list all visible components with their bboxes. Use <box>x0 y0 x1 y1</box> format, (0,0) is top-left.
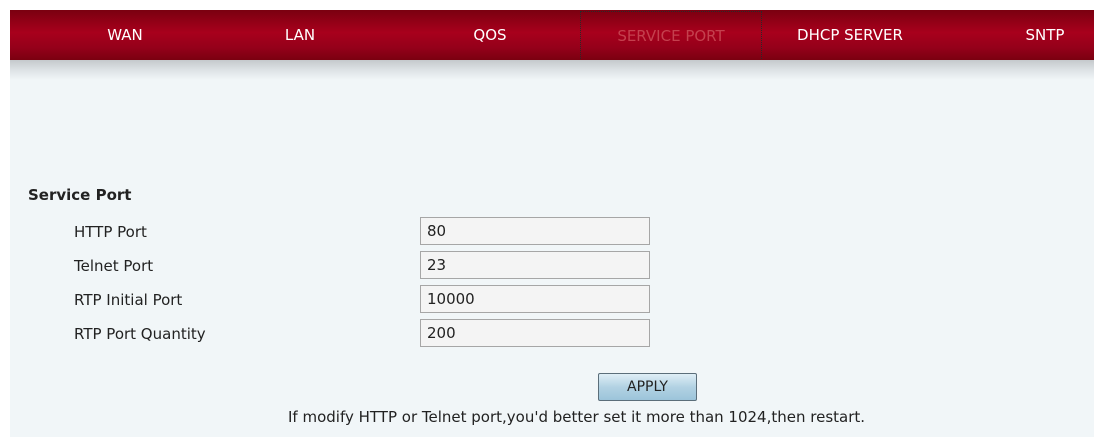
top-nav-bar: WAN LAN QOS SERVICE PORT DHCP SERVER SNT… <box>10 10 1095 65</box>
tab-service-port[interactable]: SERVICE PORT <box>580 11 762 65</box>
tab-wan[interactable]: WAN <box>65 10 185 60</box>
apply-button[interactable]: APPLY <box>598 373 697 401</box>
section-title: Service Port <box>28 186 132 204</box>
restart-note: If modify HTTP or Telnet port,you'd bett… <box>288 408 866 426</box>
telnet-port-label: Telnet Port <box>74 257 154 275</box>
tab-sntp[interactable]: SNTP <box>995 10 1095 60</box>
settings-page: WAN LAN QOS SERVICE PORT DHCP SERVER SNT… <box>10 10 1094 437</box>
rtp-port-quantity-label: RTP Port Quantity <box>74 325 206 343</box>
tab-qos[interactable]: QOS <box>430 10 550 60</box>
nav-shadow-strip <box>10 60 1094 80</box>
tab-lan[interactable]: LAN <box>245 10 355 60</box>
rtp-initial-port-input[interactable] <box>420 285 650 313</box>
rtp-initial-port-label: RTP Initial Port <box>74 291 183 309</box>
http-port-label: HTTP Port <box>74 223 147 241</box>
rtp-port-quantity-input[interactable] <box>420 319 650 347</box>
http-port-input[interactable] <box>420 217 650 245</box>
telnet-port-input[interactable] <box>420 251 650 279</box>
tab-dhcp-server[interactable]: DHCP SERVER <box>775 10 925 60</box>
